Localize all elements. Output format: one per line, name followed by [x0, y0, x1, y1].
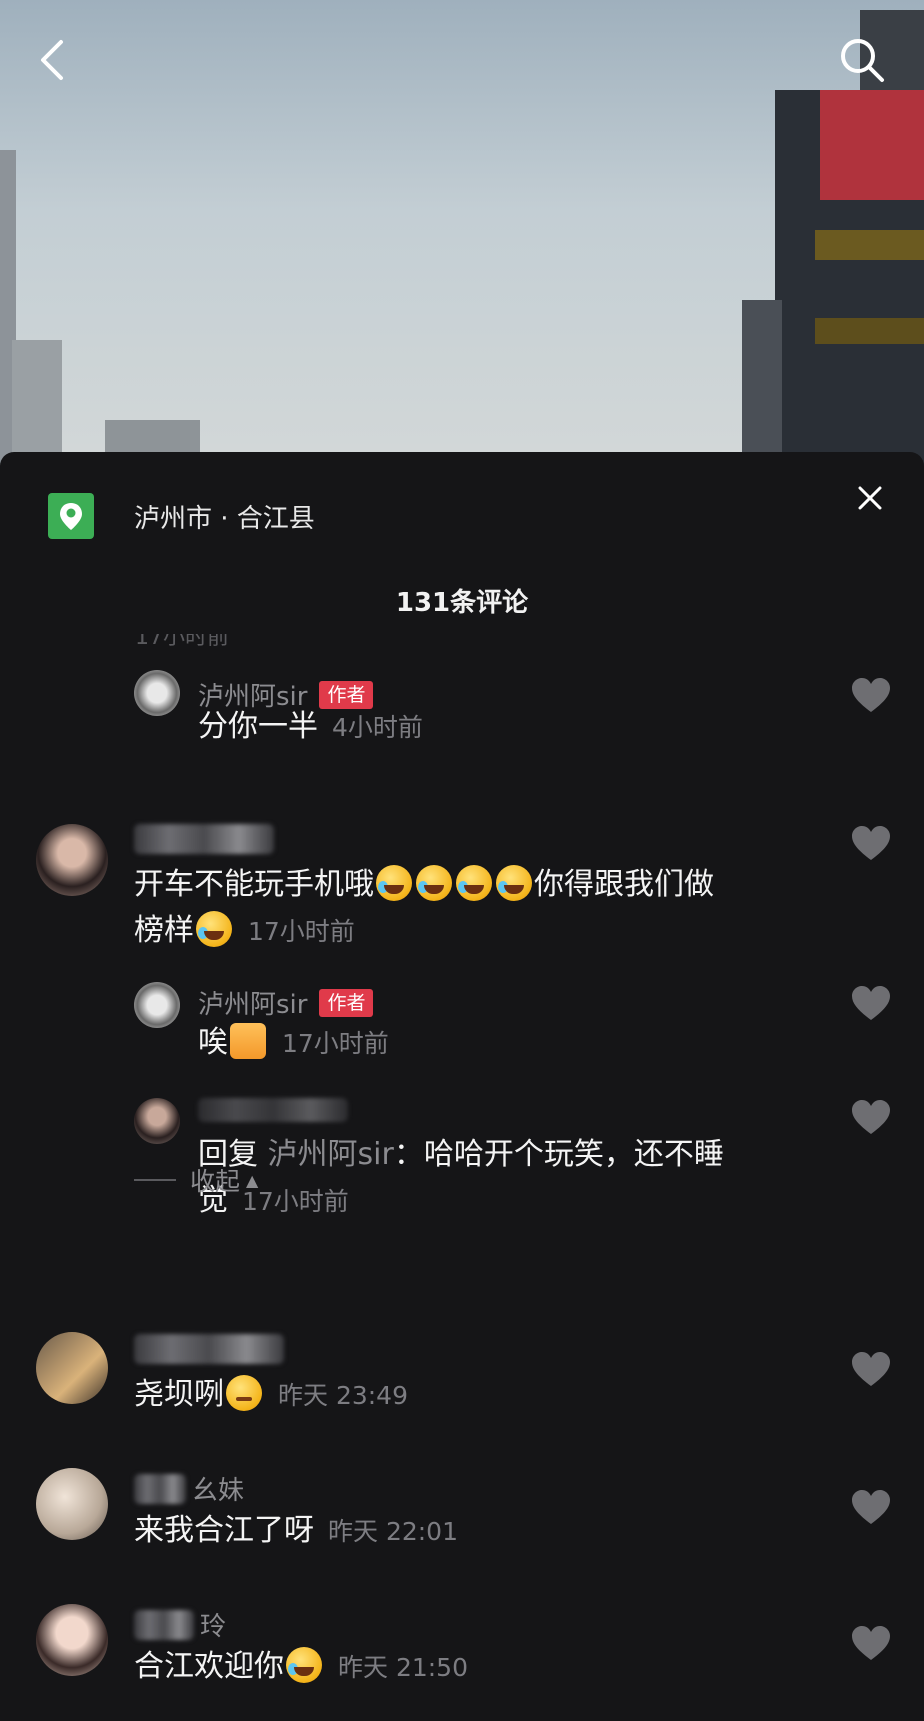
comment-sheet: 泸州市 · 合江县 131条评论 17小时前 泸州阿sir 作者 分你一半 4小时… — [0, 452, 924, 1721]
shop-sign — [815, 230, 924, 260]
blurred-username-part — [134, 1609, 194, 1640]
heart-icon — [852, 1352, 890, 1386]
shop-sign — [815, 318, 924, 344]
comment-body: 尧坝咧 昨天 23:49 — [134, 1375, 408, 1412]
like-button[interactable] — [850, 1624, 892, 1662]
heart-icon — [852, 1626, 890, 1660]
blurred-username[interactable] — [198, 1098, 348, 1122]
video-background — [0, 0, 924, 470]
avatar[interactable] — [134, 1098, 180, 1144]
like-button[interactable] — [850, 984, 892, 1022]
avatar[interactable] — [36, 1468, 108, 1540]
like-button[interactable] — [850, 824, 892, 862]
map-pin-icon — [48, 493, 94, 539]
laughing-emoji-icon — [286, 1647, 322, 1683]
heart-icon — [852, 1100, 890, 1134]
comment-body: 分你一半 4小时前 — [198, 709, 423, 744]
billboard — [820, 90, 924, 200]
search-icon — [841, 39, 884, 82]
comment-username[interactable]: 幺妹 — [192, 1470, 244, 1507]
divider — [134, 1179, 176, 1181]
avatar[interactable] — [36, 824, 108, 896]
collapse-replies-button[interactable]: 收起 ▲ — [134, 1162, 258, 1198]
building — [12, 340, 62, 470]
close-button[interactable] — [848, 476, 892, 520]
blurred-username[interactable] — [134, 824, 274, 854]
heart-icon — [852, 986, 890, 1020]
avatar[interactable] — [134, 982, 180, 1028]
like-button[interactable] — [850, 1350, 892, 1388]
back-button[interactable] — [20, 28, 84, 92]
avatar[interactable] — [36, 1332, 108, 1404]
avatar[interactable] — [36, 1604, 108, 1676]
like-button[interactable] — [850, 1098, 892, 1136]
comment-body: 唉 17小时前 — [198, 1023, 389, 1060]
building — [742, 300, 782, 470]
thumbs-up-emoji-icon — [230, 1023, 266, 1059]
comment-username[interactable]: 玲 — [200, 1606, 226, 1643]
laughing-emoji-icon — [416, 865, 452, 901]
blurred-username[interactable] — [134, 1334, 284, 1364]
comment-count: 131条评论 — [395, 588, 529, 618]
close-icon — [858, 486, 882, 510]
laughing-emoji-icon — [456, 865, 492, 901]
triangle-up-icon: ▲ — [246, 1170, 259, 1190]
thinking-emoji-icon — [226, 1375, 262, 1411]
cut-off-timestamp: 17小时前 — [135, 634, 229, 648]
author-badge: 作者 — [319, 988, 374, 1017]
heart-icon — [852, 678, 890, 712]
blurred-username-part — [134, 1473, 186, 1504]
heart-icon — [852, 826, 890, 860]
reply-mention[interactable]: 泸州阿sir — [268, 1137, 394, 1172]
comment-username[interactable]: 泸州阿sir — [198, 984, 307, 1021]
location-row[interactable]: 泸州市 · 合江县 — [48, 492, 315, 540]
like-button[interactable] — [850, 1488, 892, 1526]
comment-body: 开车不能玩手机哦 你得跟我们做 榜样 17小时前 — [134, 865, 714, 948]
search-button[interactable] — [830, 28, 894, 92]
comment-body: 合江欢迎你 昨天 21:50 — [134, 1647, 468, 1684]
laughing-emoji-icon — [196, 911, 232, 947]
comment-body: 来我合江了呀 昨天 22:01 — [134, 1513, 458, 1548]
chevron-left-icon — [41, 40, 63, 80]
laughing-emoji-icon — [376, 865, 412, 901]
location-label: 泸州市 · 合江县 — [134, 503, 315, 534]
comment-body: 回复 泸州阿sir：哈哈开个玩笑，还不睡 觉 17小时前 — [198, 1137, 724, 1218]
heart-icon — [852, 1490, 890, 1524]
laughing-emoji-icon — [496, 865, 532, 901]
like-button[interactable] — [850, 676, 892, 714]
avatar[interactable] — [134, 670, 180, 716]
